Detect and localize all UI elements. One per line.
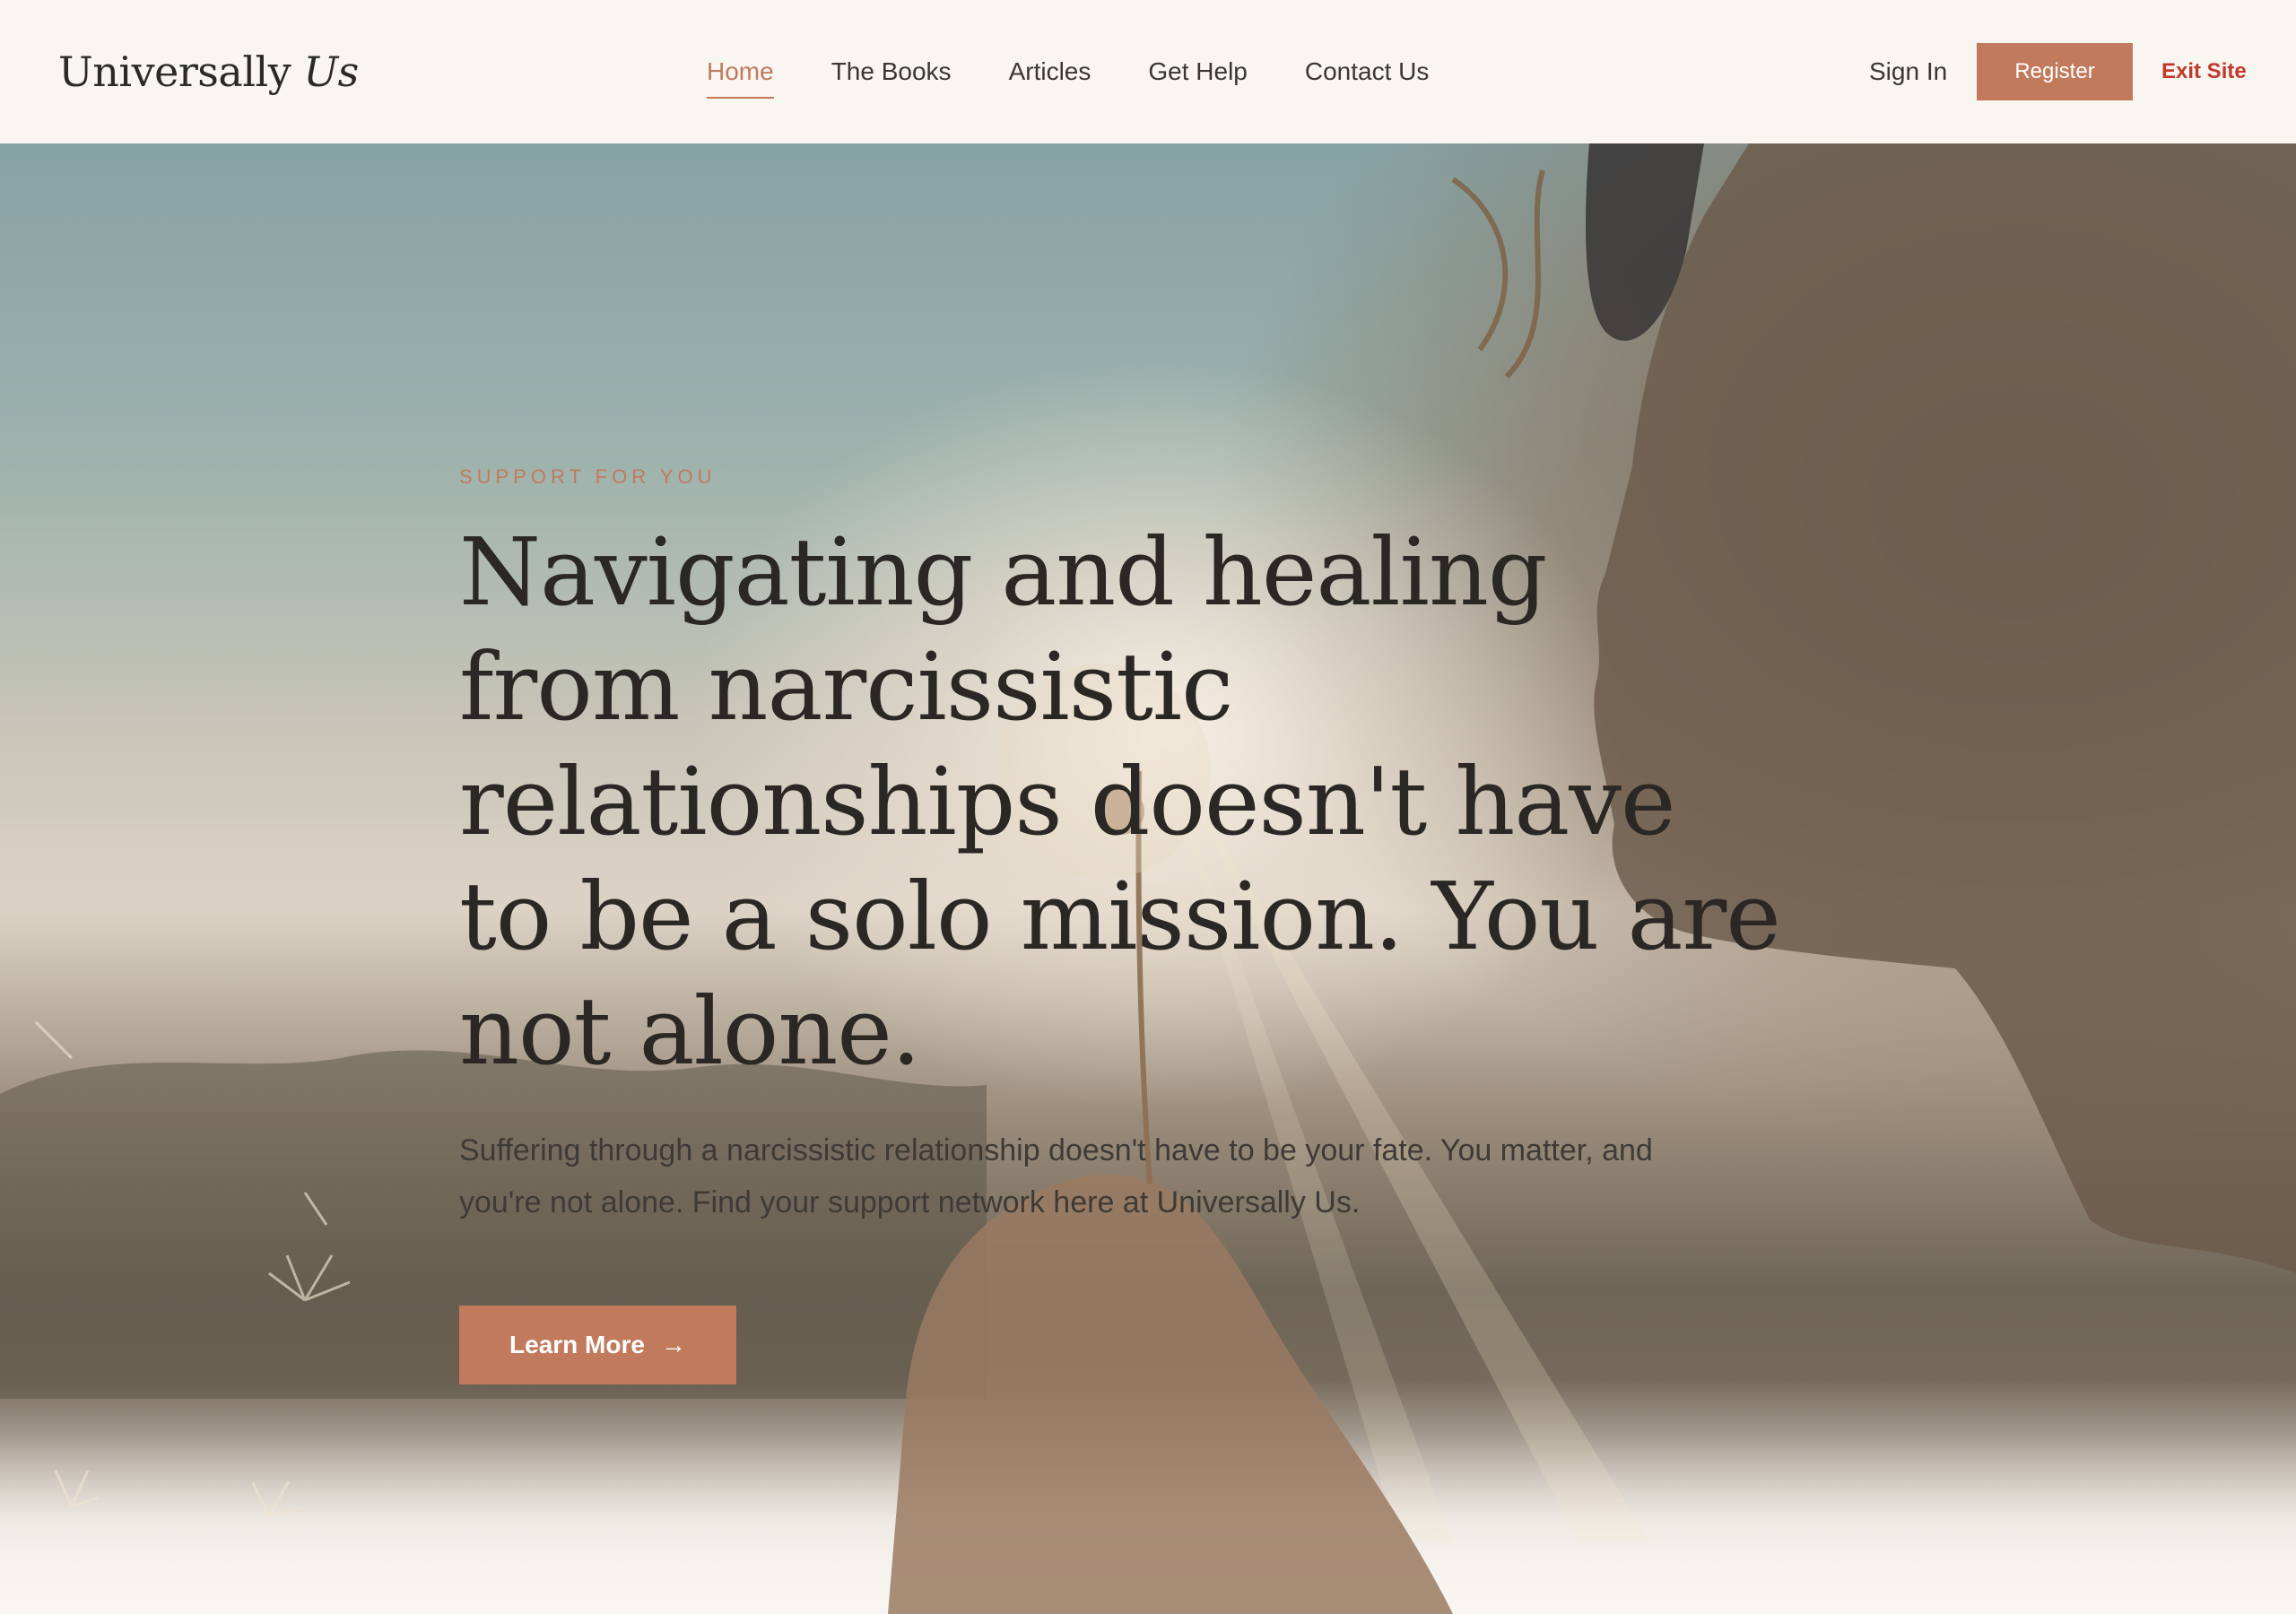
nav-item-home[interactable]: Home (707, 54, 774, 99)
learn-more-label: Learn More (509, 1331, 645, 1358)
nav-item-the-books[interactable]: The Books (831, 54, 952, 90)
nav-item-contact-us[interactable]: Contact Us (1305, 54, 1430, 90)
logo-accent-text: Us (303, 48, 359, 96)
sign-in-link[interactable]: Sign In (1869, 54, 1947, 90)
hero-subtext: Suffering through a narcissistic relatio… (459, 1133, 1653, 1219)
nav-item-articles[interactable]: Articles (1009, 54, 1091, 90)
hero-section: SUPPORT FOR YOU Navigating and healing f… (0, 143, 2296, 1614)
site-header: Universally Us Home The Books Articles G… (0, 0, 2296, 143)
site-logo[interactable]: Universally Us (58, 41, 359, 102)
hair-strand (1451, 169, 1545, 379)
nav-item-get-help[interactable]: Get Help (1148, 54, 1248, 90)
logo-text: Universally (58, 48, 291, 96)
arrow-right-icon: → (660, 1331, 686, 1358)
hero-eyebrow: SUPPORT FOR YOU (459, 465, 717, 488)
exit-site-link[interactable]: Exit Site (2161, 56, 2247, 88)
register-button[interactable]: Register (1977, 43, 2133, 100)
main-nav: Home The Books Articles Get Help Contact… (707, 0, 1429, 143)
learn-more-button[interactable]: Learn More → (459, 1306, 736, 1384)
hero-content: SUPPORT FOR YOU Navigating and healing f… (459, 463, 1787, 1384)
hero-headline: Navigating and healing from narcissistic… (459, 517, 1781, 1086)
